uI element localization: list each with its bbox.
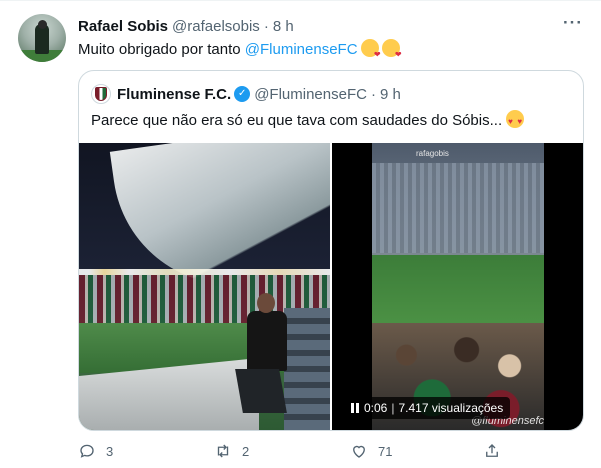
- author-handle[interactable]: @rafaelsobis: [172, 18, 260, 35]
- quote-author-handle[interactable]: @FluminenseFC: [254, 86, 367, 103]
- spectator-head: [257, 293, 275, 313]
- avatar-head: [38, 20, 47, 29]
- video-status-badge[interactable]: 0:06 | 7.417 visualizações: [344, 397, 511, 419]
- like-icon: [353, 445, 365, 458]
- like-button[interactable]: 71: [350, 439, 392, 463]
- video-badge-divider: |: [391, 401, 395, 415]
- share-button[interactable]: [483, 439, 511, 463]
- retweet-count: 2: [242, 443, 250, 459]
- media-grid: rafagobis @fluminensefc 0:06 | 7.417 vis…: [79, 143, 583, 430]
- verified-icon: ✓: [234, 86, 251, 102]
- quote-header: Fluminense F.C. ✓ @FluminenseFC · 9 h: [91, 84, 401, 104]
- mention-link[interactable]: @FluminenseFC: [245, 41, 358, 58]
- quoted-tweet[interactable]: Fluminense F.C. ✓ @FluminenseFC · 9 h Pa…: [78, 70, 584, 431]
- quote-author-name[interactable]: Fluminense F.C.: [117, 86, 231, 103]
- video-player[interactable]: rafagobis @fluminensefc 0:06 | 7.417 vis…: [332, 143, 583, 430]
- video-overlay-user: rafagobis: [416, 149, 449, 158]
- stadium-photo[interactable]: [79, 143, 330, 430]
- spectator-legs: [235, 369, 287, 413]
- reply-icon: [80, 444, 94, 458]
- reply-count: 3: [106, 443, 114, 459]
- retweet-button[interactable]: 2: [214, 439, 249, 463]
- tweet-header: Rafael Sobis @rafaelsobis · 8 h: [78, 16, 294, 36]
- quote-time[interactable]: 9 h: [380, 86, 401, 103]
- kiss-heart-emoji-icon: [360, 39, 381, 65]
- more-icon[interactable]: ···: [563, 14, 583, 35]
- share-icon: [486, 444, 498, 457]
- author-avatar[interactable]: [18, 14, 66, 62]
- kiss-heart-emoji-icon: [381, 39, 402, 65]
- tweet-text-body: Muito obrigado por tanto: [78, 41, 245, 58]
- tweet-text: Muito obrigado por tanto @FluminenseFC: [78, 39, 402, 65]
- fluminense-crest-avatar[interactable]: [91, 84, 111, 104]
- pause-icon[interactable]: [351, 403, 359, 413]
- quote-text-body: Parece que não era só eu que tava com sa…: [91, 112, 503, 129]
- quote-text: Parece que não era só eu que tava com sa…: [91, 110, 525, 132]
- tweet[interactable]: Rafael Sobis @rafaelsobis · 8 h ··· Muit…: [0, 0, 601, 468]
- heart-eyes-emoji-icon: [506, 110, 525, 132]
- like-count: 71: [378, 443, 393, 459]
- video-stands: [372, 163, 544, 253]
- author-name[interactable]: Rafael Sobis: [78, 18, 168, 35]
- stadium-seats: [284, 308, 330, 430]
- spectator-figure: [235, 293, 287, 413]
- header-separator: ·: [263, 17, 269, 35]
- video-elapsed: 0:06: [364, 401, 388, 415]
- retweet-icon: [217, 444, 229, 458]
- spectator-body: [247, 311, 287, 371]
- video-views: 7.417 visualizações: [398, 401, 504, 415]
- tweet-time[interactable]: 8 h: [273, 18, 294, 35]
- reply-button[interactable]: 3: [78, 439, 113, 463]
- crest-shield-icon: [95, 87, 107, 101]
- action-bar: 3 2 71: [78, 439, 598, 463]
- video-frame[interactable]: rafagobis: [372, 143, 544, 430]
- quote-separator: ·: [370, 85, 376, 103]
